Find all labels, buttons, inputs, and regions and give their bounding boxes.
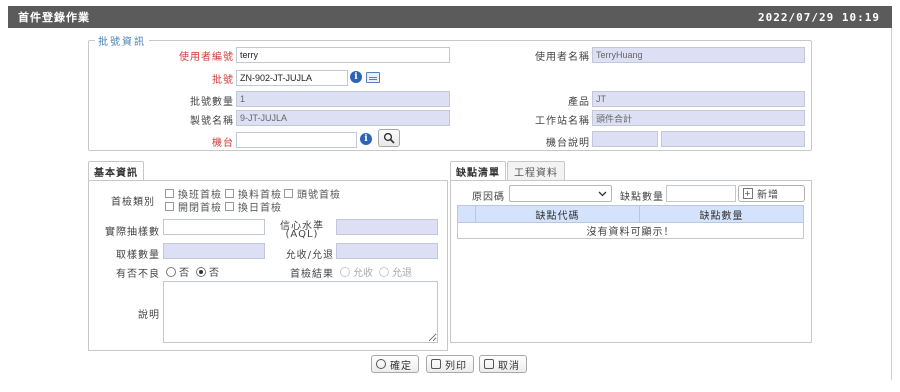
lot-list-icon[interactable] <box>366 72 380 83</box>
check-category-label: 首檢類別 <box>111 197 155 208</box>
defect-qty-label: 缺點數量 <box>620 192 664 203</box>
checkbox-day-change-check[interactable]: 換日首檢 <box>225 199 282 214</box>
radio-result-reject[interactable]: 允退 <box>379 264 412 279</box>
datetime-display: 2022/07/29 10:19 <box>758 10 880 24</box>
radio-defect-yes[interactable]: 否 <box>196 264 219 279</box>
actual-sample-field[interactable] <box>163 219 265 235</box>
defect-table: 缺點代碼 缺點數量 沒有資料可顯示！ <box>457 205 804 239</box>
checkbox-first-check[interactable]: 頭號首檢 <box>284 186 341 201</box>
tab-engineering[interactable]: 工程資料 <box>507 161 565 180</box>
cancel-button[interactable]: 取消 <box>479 355 527 373</box>
reason-code-select[interactable] <box>509 185 612 202</box>
window-title: 首件登錄作業 <box>18 11 90 24</box>
machine-desc-label: 機台說明 <box>546 138 590 149</box>
allow-reject-field <box>336 243 438 259</box>
print-button[interactable]: 列印 <box>426 355 474 373</box>
note-label: 說明 <box>138 310 160 321</box>
machine-search-button[interactable] <box>378 129 400 147</box>
reason-code-label: 原因碼 <box>472 192 505 203</box>
lot-info-icon[interactable]: i <box>350 71 362 83</box>
print-icon <box>431 359 441 369</box>
lot-no-label: 批號 <box>212 75 234 86</box>
window-titlebar: 首件登錄作業 2022/07/29 10:19 <box>8 6 892 28</box>
empty-message: 沒有資料可顯示！ <box>457 222 804 239</box>
table-row-empty: 沒有資料可顯示！ <box>457 222 804 239</box>
add-defect-button[interactable]: + 新增 <box>738 185 805 202</box>
machine-label: 機台 <box>212 138 234 149</box>
search-icon <box>383 132 395 144</box>
machine-desc-field-2 <box>661 131 805 147</box>
frame-border <box>891 28 892 380</box>
add-icon: + <box>743 188 753 199</box>
work-order-name-field: 9-JT-JUJLA <box>236 110 450 126</box>
product-field: JT <box>592 91 805 107</box>
sample-count-field <box>163 243 265 259</box>
user-name-field: TerryHuang <box>592 47 805 63</box>
allow-reject-label: 允收/允退 <box>285 250 334 261</box>
tab-basic-info[interactable]: 基本資訊 <box>88 161 144 181</box>
result-label: 首檢結果 <box>290 269 334 280</box>
station-name-field: 頭件合計 <box>592 110 805 126</box>
machine-field[interactable] <box>236 132 357 148</box>
has-defect-label: 有否不良 <box>116 269 160 280</box>
column-header-defect-code[interactable]: 缺點代碼 <box>475 205 640 223</box>
actual-sample-label: 實際抽樣數 <box>105 227 160 238</box>
confirm-button[interactable]: 確定 <box>371 355 419 373</box>
confirm-icon <box>376 359 386 369</box>
machine-desc-field-1 <box>592 131 658 147</box>
user-name-label: 使用者名稱 <box>535 52 590 63</box>
machine-info-icon[interactable]: i <box>360 133 372 145</box>
cancel-icon <box>484 359 494 369</box>
confidence-aql-label: (AQL) <box>285 229 319 240</box>
radio-defect-no[interactable]: 否 <box>166 264 189 279</box>
lot-no-field[interactable]: ZN-902-JT-JUJLA <box>236 70 348 86</box>
defect-qty-field[interactable] <box>666 185 736 202</box>
radio-result-accept[interactable]: 允收 <box>340 264 373 279</box>
station-name-label: 工作站名稱 <box>535 116 590 127</box>
chevron-down-icon <box>598 191 607 196</box>
lot-info-legend: 批號資訊 <box>98 37 146 48</box>
note-textarea[interactable] <box>163 281 438 343</box>
product-label: 產品 <box>568 97 590 108</box>
user-id-field[interactable]: terry <box>236 47 450 63</box>
sample-count-label: 取樣數量 <box>116 250 160 261</box>
tab-defect-list[interactable]: 缺點清單 <box>450 161 506 181</box>
confidence-field <box>336 219 438 235</box>
lot-qty-label: 批號數量 <box>190 97 234 108</box>
checkbox-open-close-check[interactable]: 開閉首檢 <box>165 199 222 214</box>
work-order-name-label: 製號名稱 <box>190 116 234 127</box>
lot-qty-field: 1 <box>236 91 450 107</box>
user-id-label: 使用者編號 <box>179 52 234 63</box>
row-selector-header <box>457 205 476 223</box>
column-header-defect-qty[interactable]: 缺點數量 <box>639 205 804 223</box>
